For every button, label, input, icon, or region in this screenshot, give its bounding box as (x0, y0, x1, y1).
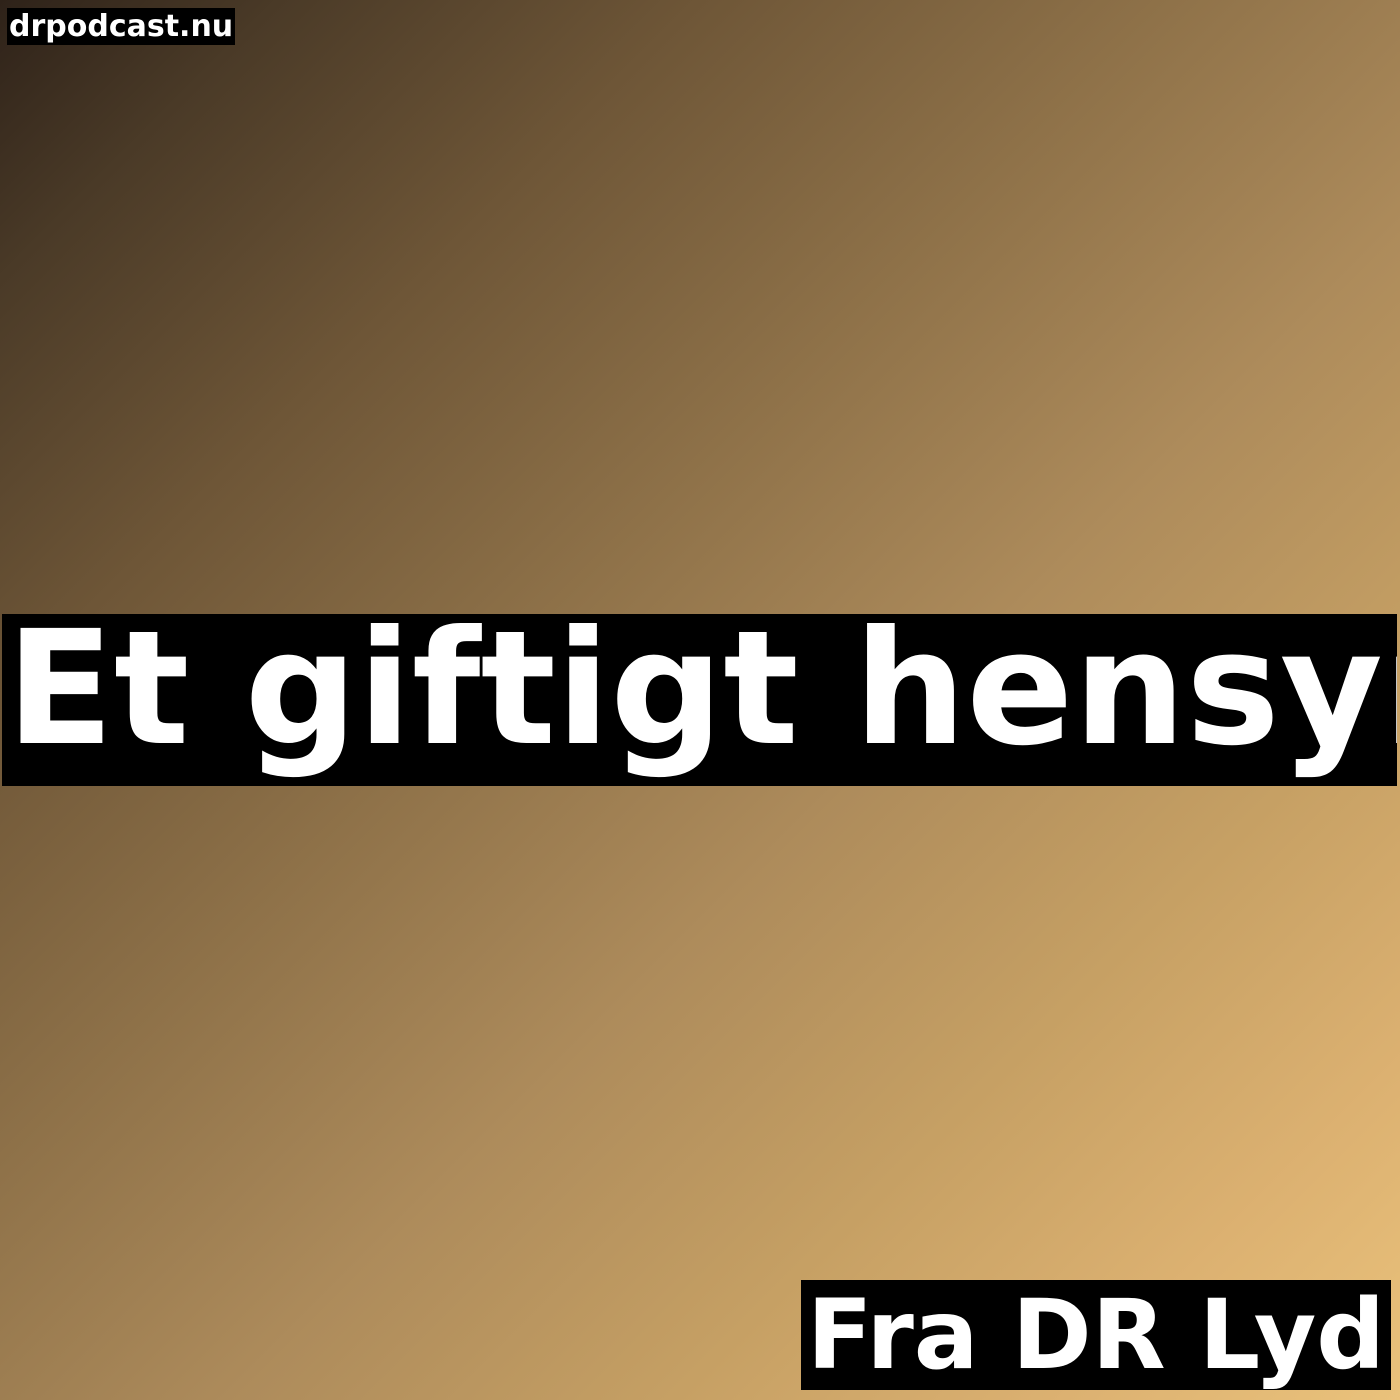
podcast-title-banner: Et giftigt hensyn (2, 614, 1397, 786)
source-banner: Fra DR Lyd (801, 1280, 1391, 1390)
source-label: Fra DR Lyd (807, 1280, 1385, 1390)
site-label: drpodcast.nu (7, 8, 236, 45)
podcast-title: Et giftigt hensyn (6, 614, 1397, 781)
